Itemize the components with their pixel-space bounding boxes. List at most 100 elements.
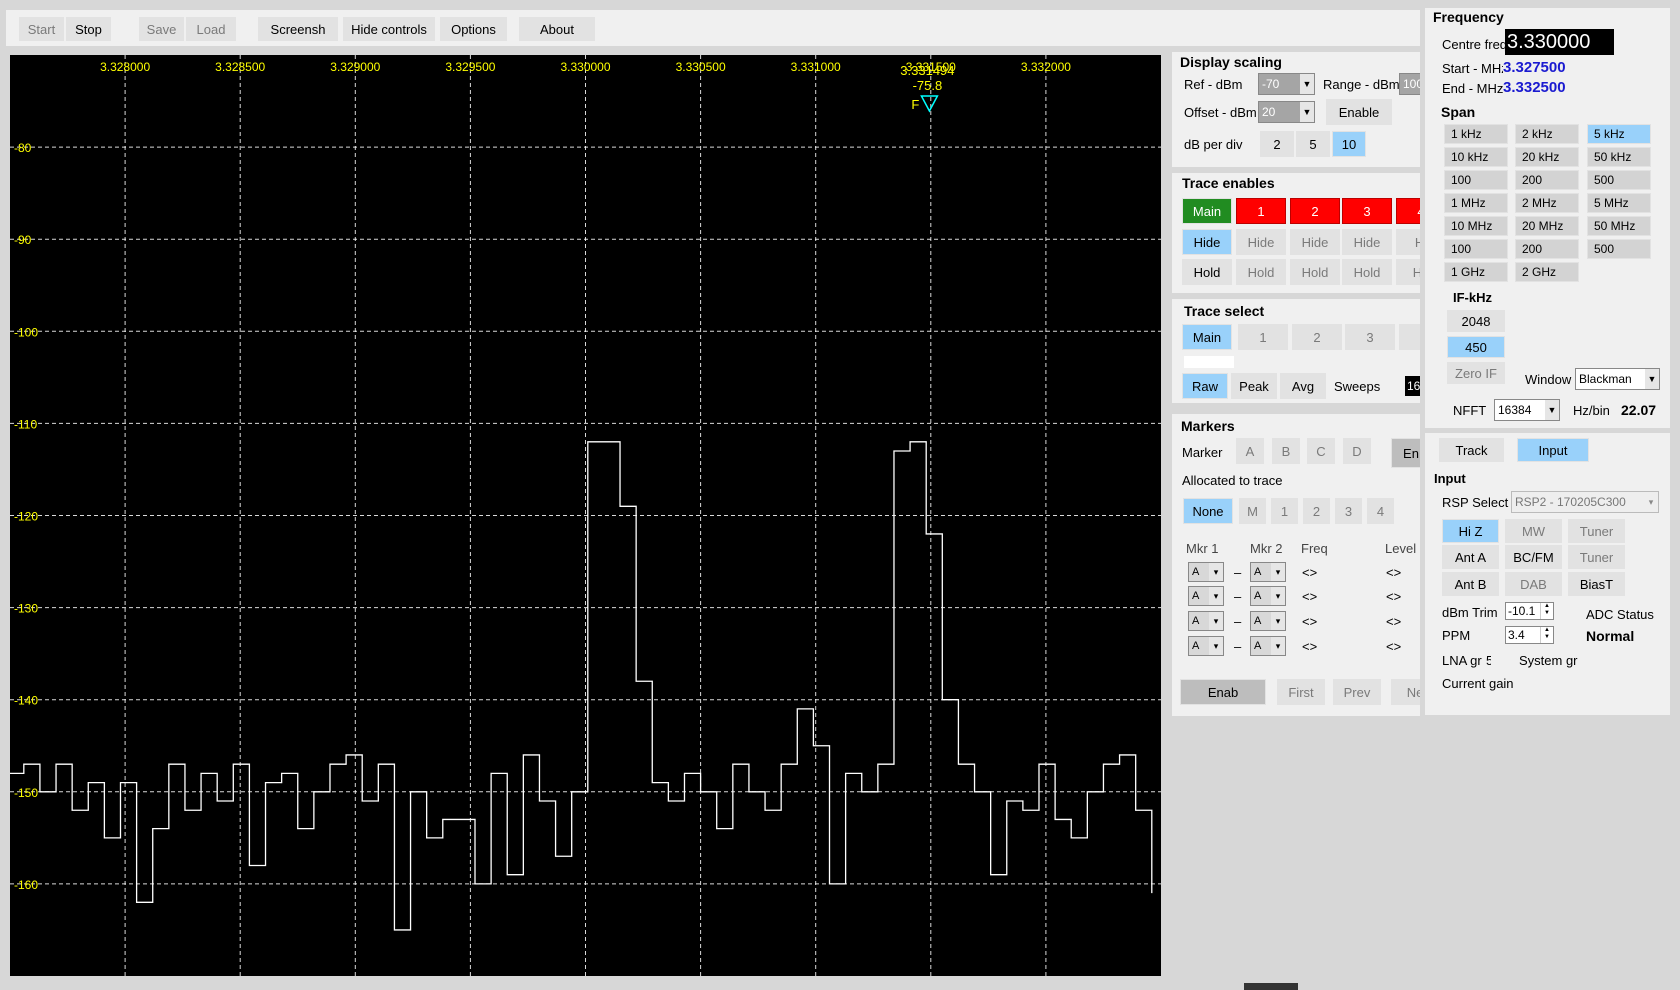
span-5khz-button[interactable]: 5 kHz: [1587, 124, 1651, 144]
trace-enable-4[interactable]: 4: [1396, 198, 1420, 224]
about-button[interactable]: About: [519, 17, 595, 41]
ref-dbm-combo[interactable]: -70 ▼: [1258, 73, 1315, 95]
centre-freq-field[interactable]: 3.330000: [1505, 29, 1614, 55]
marker-next-button[interactable]: Ne: [1391, 679, 1420, 705]
mkr1-combo[interactable]: A ▾: [1188, 636, 1224, 656]
marker-enab-button[interactable]: Enab: [1180, 679, 1266, 705]
span-2ghz-button[interactable]: 2 GHz: [1515, 262, 1579, 282]
trace-hide-1[interactable]: Hide: [1236, 229, 1286, 255]
span-500mhz-button[interactable]: 500: [1587, 239, 1651, 259]
options-button[interactable]: Options: [440, 17, 507, 41]
trace-select-3[interactable]: 3: [1345, 324, 1395, 350]
enable-button[interactable]: Enable: [1326, 99, 1392, 125]
span-20khz-button[interactable]: 20 kHz: [1515, 147, 1579, 167]
span-50khz-button[interactable]: 50 kHz: [1587, 147, 1651, 167]
range-dbm-field[interactable]: 100: [1399, 73, 1420, 95]
trace-hide-2[interactable]: Hide: [1290, 229, 1340, 255]
span-10mhz-button[interactable]: 10 MHz: [1444, 216, 1508, 236]
start-button[interactable]: Start: [19, 17, 64, 41]
marker-enable-button[interactable]: En: [1391, 438, 1420, 468]
marker-prev-button[interactable]: Prev: [1333, 679, 1381, 705]
rsp-select-combo[interactable]: RSP2 - 170205C300 ▾: [1511, 491, 1659, 513]
peak-mode-button[interactable]: Peak: [1231, 373, 1277, 399]
span-200mhz-button[interactable]: 200: [1515, 239, 1579, 259]
window-combo[interactable]: Blackman ▼: [1575, 368, 1660, 390]
zero-if-button[interactable]: Zero IF: [1447, 362, 1505, 384]
hi-z-button[interactable]: Hi Z: [1442, 519, 1499, 543]
alloc-4-button[interactable]: 4: [1367, 498, 1394, 524]
bias-t-button[interactable]: BiasT: [1568, 572, 1625, 596]
trace-select-main[interactable]: Main: [1182, 324, 1232, 350]
trace-hold-main[interactable]: Hold: [1182, 259, 1232, 285]
mkr2-combo[interactable]: A ▾: [1250, 562, 1286, 582]
span-5mhz-button[interactable]: 5 MHz: [1587, 193, 1651, 213]
raw-mode-button[interactable]: Raw: [1182, 373, 1228, 399]
span-2khz-button[interactable]: 2 kHz: [1515, 124, 1579, 144]
span-200khz-button[interactable]: 200: [1515, 170, 1579, 190]
span-100mhz-button[interactable]: 100: [1444, 239, 1508, 259]
offset-dbm-combo[interactable]: 20 ▼: [1258, 101, 1315, 123]
alloc-none-button[interactable]: None: [1183, 498, 1233, 524]
stop-button[interactable]: Stop: [66, 17, 111, 41]
db-per-div-10-button[interactable]: 10: [1332, 131, 1366, 157]
span-1ghz-button[interactable]: 1 GHz: [1444, 262, 1508, 282]
trace-hold-1[interactable]: Hold: [1236, 259, 1286, 285]
trace-select-2[interactable]: 2: [1292, 324, 1342, 350]
marker-a-button[interactable]: A: [1236, 438, 1264, 464]
marker-first-button[interactable]: First: [1277, 679, 1325, 705]
avg-mode-button[interactable]: Avg: [1280, 373, 1326, 399]
trace-hold-3[interactable]: Hold: [1342, 259, 1392, 285]
trace-enable-main[interactable]: Main: [1182, 198, 1232, 224]
mkr1-combo[interactable]: A ▾: [1188, 562, 1224, 582]
trace-enable-3[interactable]: 3: [1342, 198, 1392, 224]
spectrum-plot[interactable]: 3.328000 3.328500 3.329000 3.329500 3.330000…: [10, 55, 1161, 976]
mw-button[interactable]: MW: [1505, 519, 1562, 543]
dab-button[interactable]: DAB: [1505, 572, 1562, 596]
nfft-combo[interactable]: 16384 ▼: [1494, 399, 1560, 421]
span-50mhz-button[interactable]: 50 MHz: [1587, 216, 1651, 236]
trace-select-4[interactable]: 4: [1399, 324, 1420, 350]
db-per-div-5-button[interactable]: 5: [1296, 131, 1330, 157]
alloc-2-button[interactable]: 2: [1303, 498, 1330, 524]
sweeps-field[interactable]: 16: [1405, 376, 1420, 396]
if-450-button[interactable]: 450: [1447, 336, 1505, 358]
span-10khz-button[interactable]: 10 kHz: [1444, 147, 1508, 167]
trace-hide-4[interactable]: Hi: [1396, 229, 1420, 255]
tuner-button-1[interactable]: Tuner: [1568, 519, 1625, 543]
ppm-spinner[interactable]: 3.4 ▲ ▼: [1505, 626, 1554, 644]
trace-hide-main[interactable]: Hide: [1182, 229, 1232, 255]
ant-b-button[interactable]: Ant B: [1442, 572, 1499, 596]
track-tab[interactable]: Track: [1439, 438, 1504, 462]
alloc-3-button[interactable]: 3: [1335, 498, 1362, 524]
span-1khz-button[interactable]: 1 kHz: [1444, 124, 1508, 144]
screenshot-button[interactable]: Screensh: [258, 17, 338, 41]
hide-controls-button[interactable]: Hide controls: [343, 17, 435, 41]
trace-hold-2[interactable]: Hold: [1290, 259, 1340, 285]
span-2mhz-button[interactable]: 2 MHz: [1515, 193, 1579, 213]
dbm-trim-spinner[interactable]: -10.1 ▲ ▼: [1505, 602, 1554, 620]
span-1mhz-button[interactable]: 1 MHz: [1444, 193, 1508, 213]
trace-enable-1[interactable]: 1: [1236, 198, 1286, 224]
trace-hide-3[interactable]: Hide: [1342, 229, 1392, 255]
ant-a-button[interactable]: Ant A: [1442, 545, 1499, 569]
alloc-1-button[interactable]: 1: [1271, 498, 1298, 524]
span-500khz-button[interactable]: 500: [1587, 170, 1651, 190]
span-100khz-button[interactable]: 100: [1444, 170, 1508, 190]
trace-select-1[interactable]: 1: [1238, 324, 1288, 350]
db-per-div-2-button[interactable]: 2: [1260, 131, 1294, 157]
marker-b-button[interactable]: B: [1272, 438, 1300, 464]
if-2048-button[interactable]: 2048: [1447, 310, 1505, 332]
bc-fm-button[interactable]: BC/FM: [1505, 545, 1562, 569]
mkr2-combo[interactable]: A ▾: [1250, 586, 1286, 606]
mkr1-combo[interactable]: A ▾: [1188, 611, 1224, 631]
marker-d-button[interactable]: D: [1343, 438, 1371, 464]
input-tab[interactable]: Input: [1517, 438, 1589, 462]
span-20mhz-button[interactable]: 20 MHz: [1515, 216, 1579, 236]
alloc-main-button[interactable]: M: [1239, 498, 1266, 524]
mkr2-combo[interactable]: A ▾: [1250, 636, 1286, 656]
save-button[interactable]: Save: [139, 17, 184, 41]
load-button[interactable]: Load: [186, 17, 236, 41]
mkr1-combo[interactable]: A ▾: [1188, 586, 1224, 606]
tuner-button-2[interactable]: Tuner: [1568, 545, 1625, 569]
marker-c-button[interactable]: C: [1307, 438, 1335, 464]
